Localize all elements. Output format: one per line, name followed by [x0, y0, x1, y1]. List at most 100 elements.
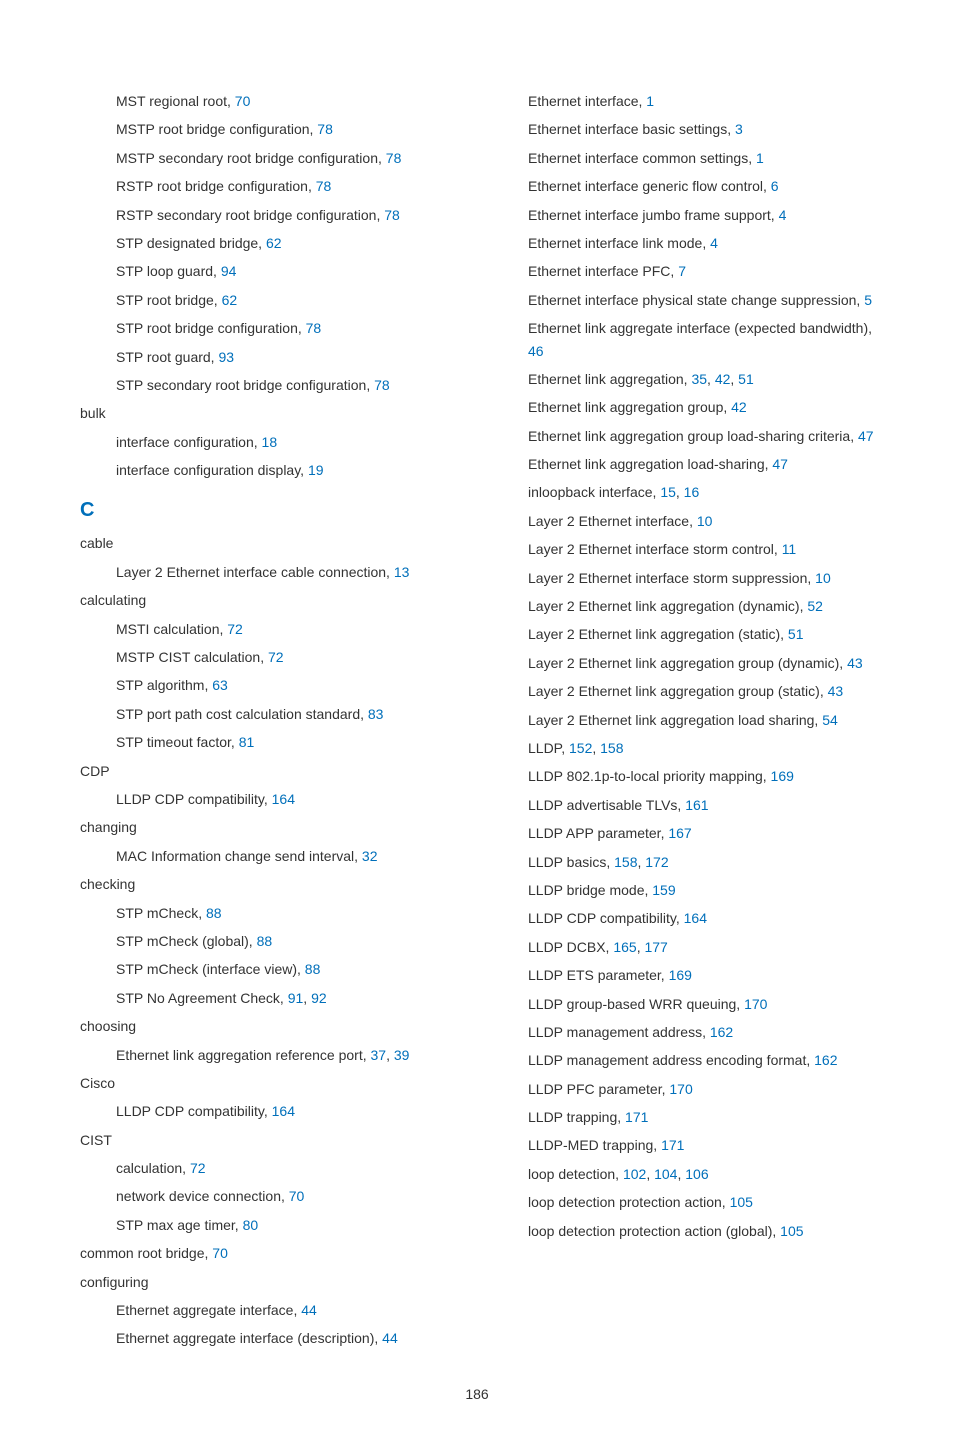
index-entry: Ethernet interface PFC, 7	[528, 260, 874, 282]
index-page-link[interactable]: 171	[625, 1109, 648, 1125]
index-page-link[interactable]: 37	[371, 1047, 387, 1063]
index-page-link[interactable]: 70	[235, 93, 251, 109]
index-page-link[interactable]: 70	[212, 1245, 228, 1261]
index-page-link[interactable]: 63	[212, 677, 228, 693]
index-page-link[interactable]: 72	[190, 1160, 206, 1176]
index-page-link[interactable]: 32	[362, 848, 378, 864]
index-page-link[interactable]: 169	[669, 967, 692, 983]
index-entry: LLDP group-based WRR queuing, 170	[528, 993, 874, 1015]
index-page-link[interactable]: 88	[257, 933, 273, 949]
index-page-link[interactable]: 80	[243, 1217, 259, 1233]
index-page-link[interactable]: 18	[262, 434, 278, 450]
index-page-link[interactable]: 162	[710, 1024, 733, 1040]
index-page-link[interactable]: 16	[684, 484, 700, 500]
index-page-link[interactable]: 158	[600, 740, 623, 756]
index-page-link[interactable]: 94	[221, 263, 237, 279]
index-page-link[interactable]: 158	[614, 854, 637, 870]
index-page-link[interactable]: 19	[308, 462, 324, 478]
index-page-link[interactable]: 172	[645, 854, 668, 870]
index-page-link[interactable]: 105	[780, 1223, 803, 1239]
index-page-link[interactable]: 44	[301, 1302, 317, 1318]
index-page-link[interactable]: 83	[368, 706, 384, 722]
index-page-link[interactable]: 3	[735, 121, 743, 137]
index-page-link[interactable]: 5	[864, 292, 872, 308]
index-page-link[interactable]: 4	[779, 207, 787, 223]
index-entry-text: STP designated bridge,	[116, 235, 266, 251]
index-entry-text: Ethernet link aggregate interface (expec…	[528, 320, 872, 336]
index-page-link[interactable]: 42	[731, 399, 747, 415]
index-entry-text: network device connection,	[116, 1188, 289, 1204]
index-page-link[interactable]: 13	[394, 564, 410, 580]
index-page-link[interactable]: 161	[685, 797, 708, 813]
index-page-link[interactable]: 170	[744, 996, 767, 1012]
index-page-link[interactable]: 78	[384, 207, 400, 223]
index-page-link[interactable]: 165	[613, 939, 636, 955]
index-entry: choosing	[80, 1015, 462, 1037]
index-page-link[interactable]: 78	[306, 320, 322, 336]
index-entry: RSTP root bridge configuration, 78	[116, 175, 462, 197]
index-page-link[interactable]: 72	[268, 649, 284, 665]
index-page-link[interactable]: 78	[316, 178, 332, 194]
index-page-link[interactable]: 47	[858, 428, 874, 444]
index-page-link[interactable]: 164	[272, 1103, 295, 1119]
index-entry: STP timeout factor, 81	[116, 731, 462, 753]
index-page-link[interactable]: 52	[807, 598, 823, 614]
index-page-link[interactable]: 11	[782, 541, 797, 557]
index-page-link[interactable]: 81	[239, 734, 255, 750]
index-page-link[interactable]: 164	[272, 791, 295, 807]
index-page-link[interactable]: 54	[822, 712, 838, 728]
index-page-link[interactable]: 47	[772, 456, 788, 472]
index-page-link[interactable]: 78	[386, 150, 402, 166]
index-page-link[interactable]: 43	[847, 655, 863, 671]
index-page-link[interactable]: 51	[788, 626, 804, 642]
index-page-link[interactable]: 39	[394, 1047, 410, 1063]
index-page-link[interactable]: 88	[305, 961, 321, 977]
index-page-link[interactable]: 4	[710, 235, 718, 251]
index-page-link[interactable]: 46	[528, 343, 544, 359]
index-page-link[interactable]: 167	[668, 825, 691, 841]
index-page-link[interactable]: 162	[814, 1052, 837, 1068]
index-page-link[interactable]: 170	[669, 1081, 692, 1097]
index-page-link[interactable]: 177	[644, 939, 667, 955]
index-page-link[interactable]: 88	[206, 905, 222, 921]
index-entry-text: LLDP DCBX,	[528, 939, 613, 955]
index-page-link[interactable]: 78	[317, 121, 333, 137]
index-page-link[interactable]: 1	[756, 150, 764, 166]
index-page-link[interactable]: 7	[678, 263, 686, 279]
index-page-link[interactable]: 10	[815, 570, 831, 586]
index-page-link[interactable]: 35	[691, 371, 707, 387]
index-page-link[interactable]: 78	[374, 377, 390, 393]
index-entry-text: MSTP CIST calculation,	[116, 649, 268, 665]
index-entry-text: Layer 2 Ethernet interface storm suppres…	[528, 570, 815, 586]
index-page-link[interactable]: 15	[660, 484, 676, 500]
index-page-link[interactable]: 169	[771, 768, 794, 784]
index-page-link[interactable]: 51	[738, 371, 754, 387]
index-page-link[interactable]: 6	[771, 178, 779, 194]
index-page-link[interactable]: 171	[661, 1137, 684, 1153]
index-page-link[interactable]: 92	[311, 990, 327, 1006]
index-page-link[interactable]: 1	[646, 93, 654, 109]
index-page-link[interactable]: 93	[218, 349, 234, 365]
index-page-link[interactable]: 43	[828, 683, 844, 699]
index-page-link[interactable]: 104	[654, 1166, 677, 1182]
index-page-link[interactable]: 62	[222, 292, 238, 308]
index-page-separator: ,	[646, 1166, 654, 1182]
index-page-link[interactable]: 42	[715, 371, 731, 387]
index-page-link[interactable]: 152	[569, 740, 592, 756]
index-entry-text: Layer 2 Ethernet link aggregation group …	[528, 683, 828, 699]
index-entry: LLDP ETS parameter, 169	[528, 964, 874, 986]
index-page-link[interactable]: 105	[730, 1194, 753, 1210]
index-entry-text: Layer 2 Ethernet link aggregation (dynam…	[528, 598, 807, 614]
index-page-link[interactable]: 164	[684, 910, 707, 926]
index-page-link[interactable]: 106	[685, 1166, 708, 1182]
index-page-link[interactable]: 62	[266, 235, 282, 251]
index-page-link[interactable]: 91	[288, 990, 304, 1006]
index-page-link[interactable]: 72	[227, 621, 243, 637]
index-page-link[interactable]: 44	[382, 1330, 398, 1346]
index-page-link[interactable]: 10	[697, 513, 713, 529]
index-entry: MSTP root bridge configuration, 78	[116, 118, 462, 140]
index-page-link[interactable]: 102	[623, 1166, 646, 1182]
index-entry-text: Layer 2 Ethernet link aggregation group …	[528, 655, 847, 671]
index-page-link[interactable]: 70	[289, 1188, 305, 1204]
index-page-link[interactable]: 159	[652, 882, 675, 898]
